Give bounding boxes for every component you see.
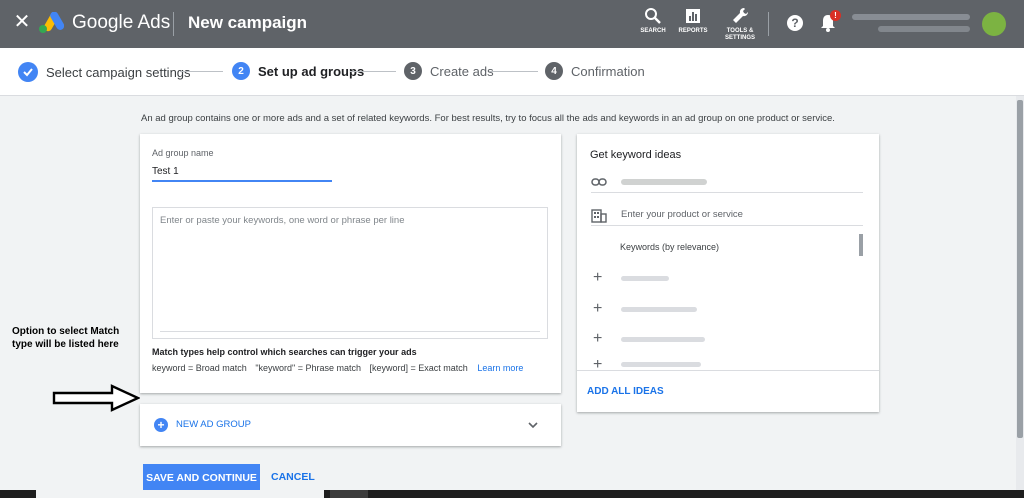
chevron-down-icon[interactable] (526, 418, 540, 432)
suggestion-blurred (621, 306, 697, 312)
exact-match-text: [keyword] = Exact match (369, 363, 468, 373)
account-info-blurred[interactable] (852, 11, 974, 37)
match-types-legend: keyword = Broad match "keyword" = Phrase… (152, 363, 529, 373)
reports-label: REPORTS (678, 28, 708, 34)
save-and-continue-button[interactable]: SAVE AND CONTINUE (143, 464, 260, 492)
reports-button[interactable]: REPORTS (676, 7, 710, 35)
os-taskbar (0, 490, 1024, 498)
step-label: Create ads (430, 63, 494, 79)
new-ad-group-row[interactable]: + NEW AD GROUP (140, 404, 561, 446)
link-icon (591, 177, 607, 186)
keywords-sort-label: Keywords (by relevance) (620, 242, 720, 252)
broad-match-text: keyword = Broad match (152, 363, 247, 373)
keywords-divider (160, 331, 540, 332)
ad-group-intro-text: An ad group contains one or more ads and… (141, 113, 835, 124)
ideas-divider (577, 370, 879, 371)
match-types-help-text: Match types help control which searches … (152, 347, 417, 357)
product-service-field[interactable]: Enter your product or service (591, 204, 863, 226)
step-label: Confirmation (571, 63, 645, 79)
annotation-arrow-icon (52, 384, 140, 412)
ad-group-name-input[interactable] (152, 162, 332, 182)
new-ad-group-label: NEW AD GROUP (176, 419, 251, 430)
page-scrollbar-thumb[interactable] (1017, 100, 1023, 438)
step-label: Set up ad groups (258, 63, 365, 79)
keyword-suggestion[interactable]: + (593, 301, 843, 317)
keyword-suggestion[interactable]: + (593, 270, 843, 286)
keyword-ideas-panel: Get keyword ideas Enter your product or … (577, 134, 879, 412)
step-connector (490, 71, 538, 72)
reports-icon (686, 9, 700, 23)
add-icon[interactable]: + (593, 301, 607, 317)
learn-more-link[interactable]: Learn more (477, 363, 523, 373)
keyword-ideas-title: Get keyword ideas (590, 149, 682, 161)
suggestion-blurred (621, 362, 701, 367)
add-icon[interactable]: + (593, 270, 607, 286)
taskbar-item[interactable] (330, 490, 368, 498)
suggestion-blurred (621, 275, 669, 281)
add-icon[interactable]: + (593, 360, 607, 369)
search-label: SEARCH (640, 28, 666, 34)
step-number: 3 (404, 62, 422, 80)
toolbar-divider (768, 12, 769, 36)
avatar[interactable] (982, 12, 1006, 36)
page-scrollbar[interactable] (1016, 96, 1024, 490)
keywords-textarea[interactable] (152, 207, 548, 339)
add-circle-icon: + (154, 418, 168, 432)
account-name-blurred (852, 14, 970, 20)
add-all-ideas-button[interactable]: ADD ALL IDEAS (587, 386, 664, 397)
business-icon (591, 208, 607, 223)
keyword-suggestion[interactable]: + (593, 360, 843, 369)
notification-badge: ! (830, 10, 841, 21)
header-divider (173, 12, 174, 36)
phrase-match-text: "keyword" = Phrase match (255, 363, 361, 373)
help-icon[interactable]: ? (787, 15, 803, 31)
brand-name: Google Ads (72, 12, 171, 33)
add-icon[interactable]: + (593, 331, 607, 347)
landing-page-url-field[interactable] (591, 171, 863, 193)
search-button[interactable]: SEARCH (638, 7, 668, 35)
checkmark-icon (18, 62, 38, 82)
product-service-placeholder: Enter your product or service (621, 209, 743, 220)
account-email-blurred (878, 26, 970, 32)
url-blurred (621, 178, 707, 185)
step-connector (180, 71, 223, 72)
google-ads-logo-icon (39, 12, 64, 33)
keyword-suggestion[interactable]: + (593, 331, 843, 347)
cancel-button[interactable]: CANCEL (271, 471, 315, 483)
step-label: Select campaign settings (46, 64, 191, 80)
tools-settings-label: TOOLS & SETTINGS (724, 28, 755, 41)
step-number: 4 (545, 62, 563, 80)
tools-settings-button[interactable]: TOOLS & SETTINGS (720, 7, 760, 42)
step-number: 2 (232, 62, 250, 80)
search-icon (645, 8, 661, 24)
suggestion-blurred (621, 336, 705, 342)
annotation-text: Option to select Match type will be list… (12, 326, 120, 350)
wrench-icon (733, 7, 749, 23)
step-create-ads[interactable]: 3 Create ads (404, 62, 494, 80)
ad-group-name-label: Ad group name (152, 148, 214, 158)
campaign-stepper: Select campaign settings 2 Set up ad gro… (0, 48, 1024, 96)
step-confirmation[interactable]: 4 Confirmation (545, 62, 645, 80)
step-set-up-ad-groups[interactable]: 2 Set up ad groups (232, 62, 364, 80)
ad-group-panel: Ad group name Match types help control w… (140, 134, 561, 393)
close-icon[interactable]: ✕ (12, 12, 32, 32)
step-select-campaign-settings[interactable]: Select campaign settings (18, 62, 191, 82)
step-connector (350, 71, 396, 72)
page-title: New campaign (188, 13, 308, 32)
top-app-bar: ✕ Google Ads New campaign SEARCH REPORTS… (0, 0, 1024, 48)
ideas-scrollbar[interactable] (859, 234, 863, 256)
taskbar-window[interactable] (36, 490, 324, 498)
